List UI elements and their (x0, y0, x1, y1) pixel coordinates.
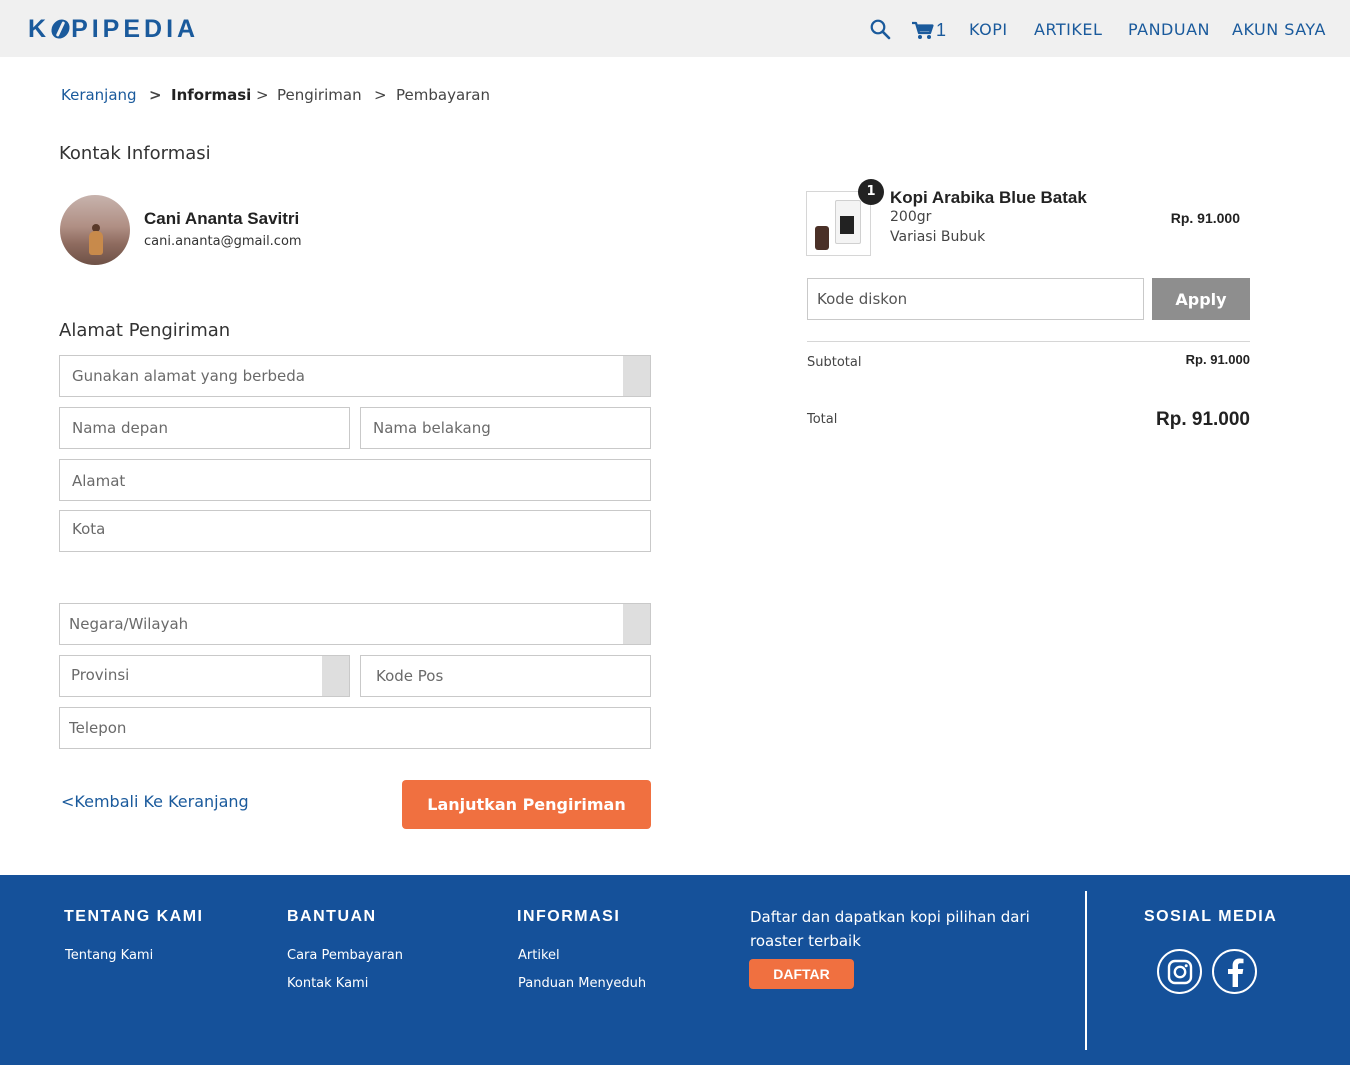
footer-link-tentang-kami[interactable]: Tentang Kami (65, 948, 153, 963)
discount-field[interactable] (807, 278, 1144, 320)
nav-akun-saya[interactable]: AKUN SAYA (1232, 20, 1326, 39)
breadcrumb-informasi: Informasi (171, 86, 252, 104)
site-header: K PIPEDIA 1 KOPI ARTIKEL PANDUAN AKUN SAY… (0, 0, 1350, 57)
breadcrumb-pembayaran: Pembayaran (396, 86, 490, 104)
phone-input[interactable] (60, 708, 650, 748)
apply-button[interactable]: Apply (1152, 278, 1250, 320)
address-select-input[interactable] (60, 356, 650, 396)
phone-field[interactable] (59, 707, 651, 749)
discount-input[interactable] (808, 279, 1143, 319)
instagram-icon[interactable] (1157, 949, 1202, 994)
product-weight: 200gr (890, 209, 932, 225)
back-to-cart-link[interactable]: <Kembali Ke Keranjang (61, 792, 249, 811)
user-email: cani.ananta@gmail.com (144, 234, 302, 249)
city-field[interactable] (59, 510, 651, 552)
footer-about-title: TENTANG KAMI (64, 908, 204, 925)
dropdown-toggle[interactable] (322, 656, 349, 696)
last-name-field[interactable] (360, 407, 651, 449)
footer-link-panduan-menyeduh[interactable]: Panduan Menyeduh (518, 976, 646, 991)
search-icon[interactable] (870, 19, 891, 44)
breadcrumb-keranjang[interactable]: Keranjang (61, 86, 137, 104)
product-variant: Variasi Bubuk (890, 229, 986, 245)
contact-title: Kontak Informasi (59, 143, 211, 164)
province-select-input[interactable] (60, 656, 349, 696)
site-footer: TENTANG KAMI Tentang Kami BANTUAN Cara P… (0, 875, 1350, 1065)
product-price: Rp. 91.000 (1170, 210, 1240, 226)
footer-info-title: INFORMASI (517, 908, 621, 925)
divider (807, 341, 1250, 342)
postal-code-field[interactable] (360, 655, 651, 697)
breadcrumb-separator: > (374, 86, 387, 104)
user-name: Cani Ananta Savitri (144, 209, 300, 228)
dropdown-toggle[interactable] (623, 604, 650, 644)
product-name: Kopi Arabika Blue Batak (890, 188, 1087, 207)
avatar (60, 195, 130, 265)
postal-code-input[interactable] (361, 656, 650, 696)
subtotal-value: Rp. 91.000 (1185, 352, 1250, 367)
address-field[interactable] (59, 459, 651, 501)
first-name-input[interactable] (60, 408, 349, 448)
total-label: Total (807, 412, 838, 427)
breadcrumb-separator: > (149, 86, 162, 104)
facebook-icon[interactable] (1212, 949, 1257, 994)
total-value: Rp. 91.000 (1156, 409, 1250, 430)
dropdown-toggle[interactable] (623, 356, 650, 396)
country-select-input[interactable] (60, 604, 650, 644)
cart-count[interactable]: 1 (936, 20, 946, 41)
continue-shipping-button[interactable]: Lanjutkan Pengiriman (402, 780, 651, 829)
shipping-title: Alamat Pengiriman (59, 320, 231, 341)
nav-kopi[interactable]: KOPI (969, 20, 1008, 39)
country-select[interactable] (59, 603, 651, 645)
first-name-field[interactable] (59, 407, 350, 449)
address-input[interactable] (60, 460, 650, 500)
footer-divider (1085, 891, 1087, 1050)
nav-panduan[interactable]: PANDUAN (1128, 20, 1210, 39)
cart-icon[interactable] (911, 21, 934, 44)
province-select[interactable] (59, 655, 350, 697)
breadcrumb-pengiriman: Pengiriman (277, 86, 362, 104)
address-select[interactable] (59, 355, 651, 397)
city-input[interactable] (60, 511, 650, 551)
breadcrumb-separator: > (256, 86, 269, 104)
footer-social-title: SOSIAL MEDIA (1144, 908, 1278, 925)
nav-artikel[interactable]: ARTIKEL (1034, 20, 1102, 39)
register-button[interactable]: DAFTAR (749, 959, 854, 989)
footer-link-cara-pembayaran[interactable]: Cara Pembayaran (287, 948, 403, 963)
footer-link-kontak-kami[interactable]: Kontak Kami (287, 976, 368, 991)
quantity-badge: 1 (858, 179, 884, 205)
footer-link-artikel[interactable]: Artikel (518, 948, 560, 963)
footer-promo-text: Daftar dan dapatkan kopi pilihan dari ro… (750, 908, 1030, 950)
last-name-input[interactable] (361, 408, 650, 448)
footer-help-title: BANTUAN (287, 908, 377, 925)
subtotal-label: Subtotal (807, 355, 862, 370)
site-logo[interactable]: K PIPEDIA (28, 15, 199, 44)
coffee-bean-icon (47, 15, 74, 43)
